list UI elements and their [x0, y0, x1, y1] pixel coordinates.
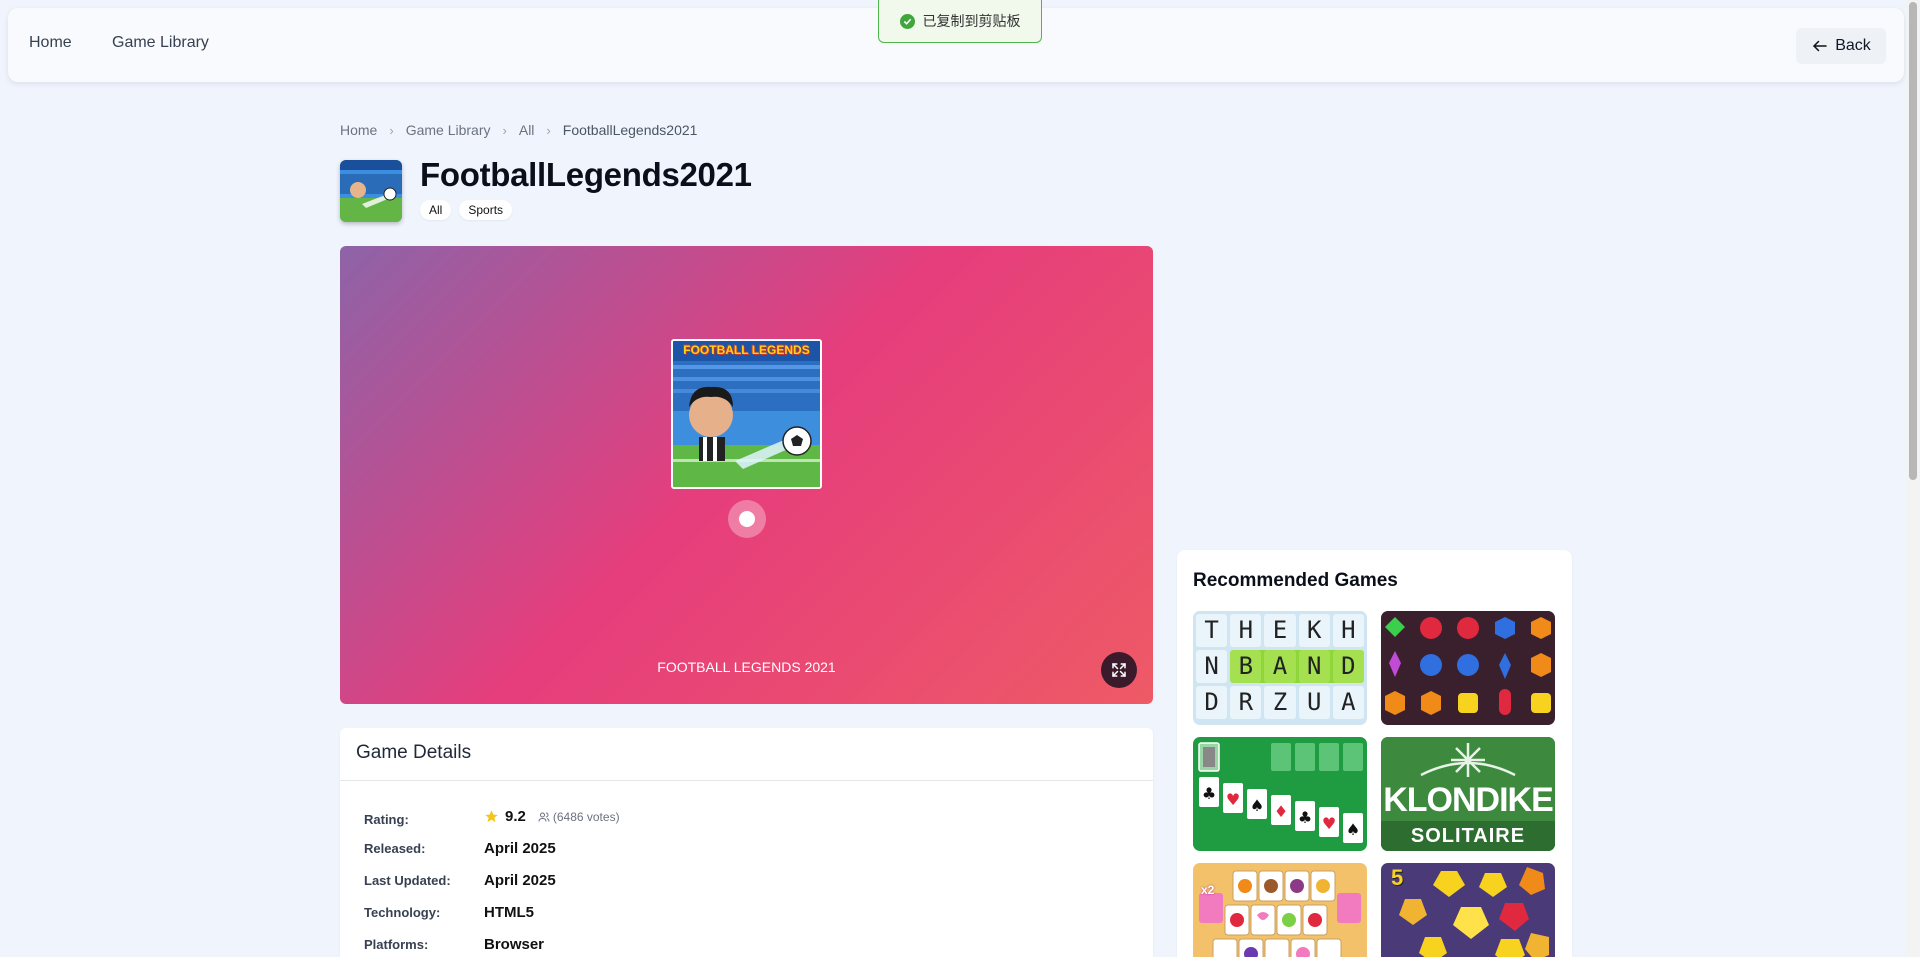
recommended-game-tile-solitaire[interactable]: ♣ ♥ ♠ ♦ ♣ ♥ ♠	[1193, 737, 1367, 851]
breadcrumb-game-library[interactable]: Game Library	[406, 122, 491, 138]
breadcrumb-category[interactable]: All	[519, 122, 535, 138]
letter-tile: U	[1298, 686, 1330, 719]
mahjong-multiplier-badge: x2	[1201, 883, 1215, 897]
letter-tile: N	[1298, 650, 1330, 683]
fullscreen-icon	[1112, 663, 1126, 677]
platforms-label: Platforms:	[364, 937, 429, 952]
letter-tile: E	[1264, 614, 1296, 647]
game-tags: All Sports	[420, 200, 513, 220]
users-icon	[538, 812, 550, 822]
mahjong-thumbnail	[1193, 863, 1367, 957]
detail-row-rating: Rating: 9.2 (6486 votes)	[364, 808, 620, 827]
copied-toast: 已复制到剪贴板	[878, 0, 1042, 43]
technology-label: Technology:	[364, 905, 441, 920]
game-cover-text: FOOTBALL LEGENDS	[683, 343, 810, 357]
rating-value-group: 9.2 (6486 votes)	[484, 808, 620, 825]
check-circle-icon	[899, 13, 915, 29]
gems-level-number: 5	[1391, 865, 1404, 890]
votes-count: (6486 votes)	[552, 809, 620, 824]
detail-row-technology: Technology: HTML5	[364, 904, 534, 921]
klondike-title: KLONDIKE	[1383, 781, 1554, 819]
letter-tile: D	[1196, 686, 1228, 719]
game-thumbnail	[340, 160, 402, 222]
chevron-right-icon: ›	[389, 122, 394, 138]
page-scrollbar-thumb[interactable]	[1909, 2, 1917, 480]
loading-spinner-icon	[728, 500, 766, 538]
player-caption: FOOTBALL LEGENDS 2021	[657, 659, 836, 675]
back-button[interactable]: Back	[1796, 28, 1886, 64]
letter-tile: H	[1230, 614, 1262, 647]
rating-label: Rating:	[364, 812, 409, 827]
svg-text:♦: ♦	[1274, 802, 1288, 821]
svg-text:♣: ♣	[1298, 808, 1312, 827]
detail-row-updated: Last Updated: April 2025	[364, 872, 556, 889]
recommended-game-tile-word[interactable]: T H E K H N B A N D D R Z U A	[1193, 611, 1367, 725]
tag-sports[interactable]: Sports	[459, 200, 513, 220]
star-icon	[485, 810, 498, 823]
detail-row-platforms: Platforms: Browser	[364, 936, 544, 953]
word-game-grid: T H E K H N B A N D D R Z U A	[1196, 614, 1364, 719]
detail-row-released: Released: April 2025	[364, 840, 556, 857]
updated-label: Last Updated:	[364, 873, 451, 888]
breadcrumb-current: FootballLegends2021	[562, 122, 698, 138]
game-details-card: Game Details Rating: 9.2 (6486 votes) Re…	[340, 728, 1153, 957]
nav-game-library-link[interactable]: Game Library	[112, 34, 209, 52]
svg-text:♥: ♥	[1322, 814, 1336, 833]
toast-message: 已复制到剪贴板	[922, 13, 1021, 29]
votes-group: (6486 votes)	[538, 810, 620, 824]
page-scrollbar-track[interactable]	[1906, 0, 1920, 957]
letter-tile: K	[1298, 614, 1330, 647]
recommended-games-panel: Recommended Games T H E K H N B A N D D …	[1177, 550, 1572, 957]
rating-value: 9.2	[505, 808, 526, 825]
solitaire-thumbnail: ♣ ♥ ♠ ♦ ♣ ♥ ♠	[1193, 737, 1367, 851]
letter-tile: A	[1264, 650, 1296, 683]
updated-value: April 2025	[484, 872, 556, 889]
svg-text:♠: ♠	[1250, 796, 1264, 815]
letter-tile: T	[1196, 614, 1228, 647]
letter-tile: A	[1332, 686, 1364, 719]
breadcrumb-home[interactable]: Home	[340, 122, 377, 138]
letter-tile: B	[1230, 650, 1262, 683]
letter-tile: H	[1332, 614, 1364, 647]
letter-tile: R	[1230, 686, 1262, 719]
nav-home-link[interactable]: Home	[29, 34, 72, 52]
released-value: April 2025	[484, 840, 556, 857]
letter-tile: Z	[1264, 686, 1296, 719]
released-label: Released:	[364, 841, 426, 856]
tag-all[interactable]: All	[420, 200, 452, 220]
jewels-thumbnail	[1381, 611, 1555, 725]
game-title: FootballLegends2021	[420, 156, 752, 193]
game-player[interactable]: FOOTBALL LEGENDS FOOTBALL LEGENDS 2021	[340, 246, 1153, 704]
recommended-game-tile-klondike[interactable]: KLONDIKE SOLITAIRE	[1381, 737, 1555, 851]
svg-text:♥: ♥	[1226, 790, 1240, 809]
game-cover-image: FOOTBALL LEGENDS	[671, 339, 822, 489]
recommended-games-title: Recommended Games	[1193, 570, 1398, 591]
game-details-title: Game Details	[356, 742, 472, 763]
recommended-game-tile-mahjong[interactable]: x2	[1193, 863, 1367, 957]
platforms-value: Browser	[484, 936, 545, 953]
gems-thumbnail	[1381, 863, 1555, 957]
chevron-right-icon: ›	[502, 122, 507, 138]
back-button-label: Back	[1835, 37, 1871, 54]
technology-value: HTML5	[484, 904, 534, 921]
letter-tile: N	[1196, 650, 1228, 683]
svg-text:♠: ♠	[1346, 820, 1360, 839]
recommended-game-tile-gems[interactable]: 5	[1381, 863, 1555, 957]
breadcrumb: Home › Game Library › All › FootballLege…	[340, 122, 697, 138]
arrow-left-icon	[1813, 40, 1827, 52]
svg-text:♣: ♣	[1202, 784, 1216, 803]
divider	[340, 780, 1153, 781]
klondike-subtitle: SOLITAIRE	[1381, 821, 1555, 851]
fullscreen-button[interactable]	[1101, 652, 1137, 688]
recommended-game-tile-jewels[interactable]	[1381, 611, 1555, 725]
letter-tile: D	[1332, 650, 1364, 683]
chevron-right-icon: ›	[546, 122, 551, 138]
